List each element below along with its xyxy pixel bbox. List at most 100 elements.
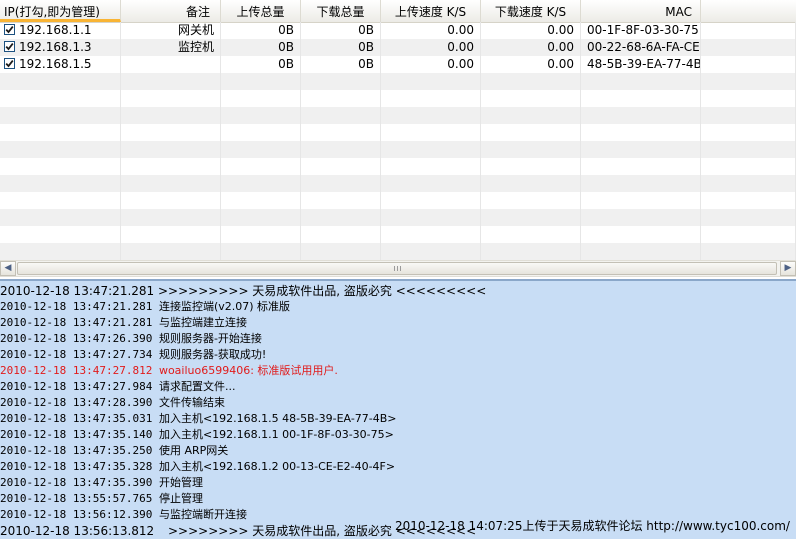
checkbox[interactable] bbox=[4, 58, 15, 69]
log-header: 2010-12-18 13:47:21.281 >>>>>>>>> 天易成软件出… bbox=[0, 283, 486, 299]
cell-ip bbox=[0, 243, 121, 260]
cell-down-total bbox=[301, 73, 381, 90]
scrollbar-thumb[interactable] bbox=[17, 262, 777, 275]
cell-ip bbox=[0, 141, 121, 158]
cell-ip bbox=[0, 107, 121, 124]
column-header-download-total[interactable]: 下载总量 bbox=[301, 0, 381, 22]
cell-down-speed bbox=[481, 192, 581, 209]
cell-ip bbox=[0, 158, 121, 175]
cell-note bbox=[121, 56, 221, 73]
cell-up-speed bbox=[381, 158, 481, 175]
log-entry-time: 2010-12-18 13:47:35.328 bbox=[0, 460, 153, 473]
table-row[interactable]: 192.168.1.3 监控机 0B 0B 0.00 0.00 00-22-68-6A-FA… bbox=[0, 39, 796, 56]
column-header-download-speed[interactable]: 下载速度 K/S bbox=[481, 0, 581, 22]
log-entry-time: 2010-12-18 13:56:12.390 bbox=[0, 508, 153, 521]
cell-down-total: 0B bbox=[301, 22, 381, 39]
cell-filler bbox=[701, 39, 796, 56]
cell-down-total bbox=[301, 175, 381, 192]
cell-down-speed bbox=[481, 243, 581, 260]
cell-mac bbox=[581, 175, 701, 192]
log-entry-message: 与监控端建立连接 bbox=[158, 316, 247, 329]
cell-up-total bbox=[221, 175, 301, 192]
horizontal-scrollbar[interactable]: ◀ ▶ bbox=[0, 260, 796, 277]
cell-ip: 192.168.1.1 bbox=[0, 22, 121, 39]
cell-ip bbox=[0, 124, 121, 141]
log-entry-time: 2010-12-18 13:47:21.281 bbox=[0, 300, 153, 313]
cell-down-speed bbox=[481, 90, 581, 107]
log-entry-time: 2010-12-18 13:47:35.390 bbox=[0, 476, 153, 489]
cell-up-speed: 0.00 bbox=[381, 39, 481, 56]
log-entry: 2010-12-18 13:47:35.328 加入主机<192.168.1.2… bbox=[0, 459, 395, 475]
log-panel[interactable]: 2010-12-18 13:47:21.281 >>>>>>>>> 天易成软件出… bbox=[0, 279, 796, 539]
empty-table-row bbox=[0, 158, 796, 175]
cell-ip bbox=[0, 226, 121, 243]
cell-ip: 192.168.1.5 bbox=[0, 56, 121, 73]
column-header-upload-total[interactable]: 上传总量 bbox=[221, 0, 301, 22]
cell-up-speed: 0.00 bbox=[381, 22, 481, 39]
log-entry: 2010-12-18 13:47:27.812 woailuo6599406: … bbox=[0, 363, 338, 379]
cell-up-speed bbox=[381, 192, 481, 209]
cell-ip bbox=[0, 73, 121, 90]
cell-ip bbox=[0, 192, 121, 209]
log-entry: 2010-12-18 13:47:35.250 使用 ARP网关 bbox=[0, 443, 228, 459]
cell-filler bbox=[701, 175, 796, 192]
cell-filler bbox=[701, 209, 796, 226]
cell-mac bbox=[581, 209, 701, 226]
log-entry-message: 连接监控端(v2.07) 标准版 bbox=[158, 300, 291, 313]
empty-table-row bbox=[0, 243, 796, 260]
cell-note bbox=[121, 124, 221, 141]
cell-mac: 00-1F-8F-03-30-75 bbox=[581, 22, 701, 39]
cell-note bbox=[121, 209, 221, 226]
table-row[interactable]: 192.168.1.5 0B 0B 0.00 0.00 48-5B-39-EA-77-4B bbox=[0, 56, 796, 73]
column-header-note[interactable]: 备注 bbox=[121, 0, 221, 22]
host-table: IP(打勾,即为管理) 备注 上传总量 下载总量 上传速度 K/S 下载速度 K… bbox=[0, 0, 796, 260]
empty-table-row bbox=[0, 90, 796, 107]
log-entry: 2010-12-18 13:47:21.281 连接监控端(v2.07) 标准版 bbox=[0, 299, 290, 315]
checkbox[interactable] bbox=[4, 41, 15, 52]
checkmark-icon bbox=[5, 60, 14, 68]
cell-mac bbox=[581, 243, 701, 260]
cell-up-total bbox=[221, 141, 301, 158]
cell-note: 监控机 bbox=[121, 39, 221, 56]
left-arrow-icon[interactable]: ◀ bbox=[0, 261, 16, 276]
cell-filler bbox=[701, 141, 796, 158]
cell-down-total bbox=[301, 90, 381, 107]
cell-mac: 48-5B-39-EA-77-4B bbox=[581, 56, 701, 73]
cell-up-total: 0B bbox=[221, 39, 301, 56]
cell-down-speed bbox=[481, 158, 581, 175]
cell-down-speed bbox=[481, 175, 581, 192]
cell-up-total bbox=[221, 107, 301, 124]
checkmark-icon bbox=[5, 43, 14, 51]
cell-mac bbox=[581, 90, 701, 107]
cell-note: 网关机 bbox=[121, 22, 221, 39]
empty-table-row bbox=[0, 73, 796, 90]
log-entry-time: 2010-12-18 13:47:27.984 bbox=[0, 380, 153, 393]
cell-up-total bbox=[221, 158, 301, 175]
cell-up-total: 0B bbox=[221, 22, 301, 39]
column-header-mac[interactable]: MAC bbox=[581, 0, 701, 22]
cell-down-total: 0B bbox=[301, 39, 381, 56]
cell-up-speed bbox=[381, 90, 481, 107]
log-entry-message: 停止管理 bbox=[158, 492, 203, 505]
log-entry-message: 加入主机<192.168.1.1 00-1F-8F-03-30-75> bbox=[158, 428, 394, 441]
cell-down-speed bbox=[481, 226, 581, 243]
cell-note bbox=[121, 226, 221, 243]
log-entry-message: 请求配置文件... bbox=[158, 380, 236, 393]
cell-down-total bbox=[301, 107, 381, 124]
grip-icon bbox=[394, 266, 403, 271]
table-row[interactable]: 192.168.1.1 网关机 0B 0B 0.00 0.00 00-1F-8F-03-30… bbox=[0, 22, 796, 39]
cell-mac bbox=[581, 73, 701, 90]
cell-up-speed bbox=[381, 107, 481, 124]
log-entry: 2010-12-18 13:47:35.031 加入主机<192.168.1.5… bbox=[0, 411, 397, 427]
log-entry: 2010-12-18 13:47:28.390 文件传输结束 bbox=[0, 395, 225, 411]
ip-address: 192.168.1.5 bbox=[19, 57, 92, 71]
column-header-ip[interactable]: IP(打勾,即为管理) bbox=[0, 0, 121, 22]
column-header-upload-speed[interactable]: 上传速度 K/S bbox=[381, 0, 481, 22]
column-header-filler bbox=[701, 0, 796, 22]
cell-up-total bbox=[221, 209, 301, 226]
cell-ip bbox=[0, 175, 121, 192]
right-arrow-icon[interactable]: ▶ bbox=[780, 261, 796, 276]
log-entry: 2010-12-18 13:47:26.390 规则服务器-开始连接 bbox=[0, 331, 262, 347]
checkbox[interactable] bbox=[4, 24, 15, 35]
log-entry-time: 2010-12-18 13:47:35.250 bbox=[0, 444, 153, 457]
